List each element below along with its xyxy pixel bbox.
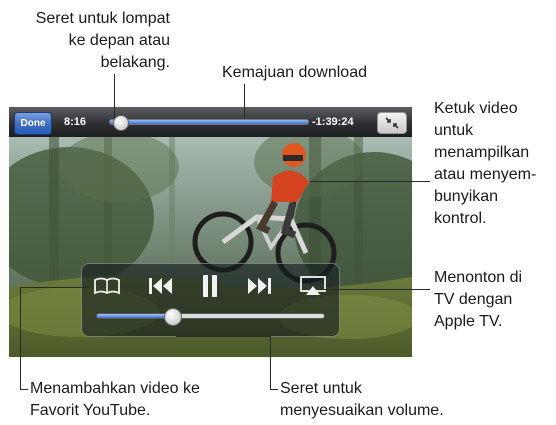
skip-back-icon	[149, 278, 172, 294]
callout-volume-line-2: menyesuaikan volume.	[280, 402, 444, 419]
pause-icon	[203, 275, 217, 297]
volume-level	[97, 314, 172, 318]
leader-apple-tv	[318, 289, 430, 290]
callout-tap-line-5: bunyikan	[434, 188, 499, 205]
callout-volume-line-1: Seret untuk	[280, 380, 362, 397]
callout-appletv-line-2: TV dengan	[434, 291, 513, 308]
leader-favorite-v	[20, 287, 21, 390]
callout-volume: Seret untuk menyesuaikan volume.	[280, 378, 444, 422]
leader-favorite-tick	[20, 389, 28, 390]
callout-apple-tv: Menonton di TV dengan Apple TV.	[434, 267, 522, 333]
leader-volume-tick	[270, 389, 278, 390]
callout-favorite-line-1: Menambahkan video ke	[30, 380, 200, 397]
open-book-icon	[94, 277, 120, 295]
shrink-icon	[385, 117, 399, 129]
playback-scrubber[interactable]	[109, 115, 309, 131]
leader-download	[244, 84, 245, 118]
previous-button[interactable]	[144, 273, 178, 299]
next-button[interactable]	[242, 273, 276, 299]
skip-forward-icon	[248, 278, 271, 294]
leader-scrub	[114, 74, 115, 118]
callout-scrub-line-2: ke depan atau	[68, 32, 170, 49]
leader-volume-h	[176, 336, 270, 337]
top-control-bar: Done 8:16 -1:39:24	[9, 107, 412, 137]
callout-download: Kemajuan download	[222, 62, 367, 84]
volume-slider[interactable]	[96, 308, 325, 326]
leader-favorite-h	[20, 287, 90, 288]
callout-download-line-1: Kemajuan download	[222, 64, 367, 81]
bookmark-button[interactable]	[90, 273, 124, 299]
callout-scrub-line-3: belakang.	[100, 54, 170, 71]
download-progress	[110, 120, 308, 124]
callout-tap-line-4: atau menyem-	[434, 166, 537, 183]
airplay-icon	[300, 276, 326, 295]
callout-tap-line-1: Ketuk video	[434, 100, 518, 117]
time-remaining: -1:39:24	[312, 116, 354, 128]
pause-button[interactable]	[193, 273, 227, 299]
time-elapsed: 8:16	[64, 116, 87, 128]
callout-favorite: Menambahkan video ke Favorit YouTube.	[30, 378, 200, 422]
leader-tap-video	[310, 181, 430, 182]
exit-fullscreen-button[interactable]	[377, 112, 407, 134]
callout-tap-line-6: kontrol.	[434, 210, 487, 227]
callout-appletv-line-3: Apple TV.	[434, 313, 503, 330]
callout-scrub: Seret untuk lompat ke depan atau belakan…	[10, 8, 170, 74]
callout-tap-line-3: menampilkan	[434, 144, 530, 161]
transport-controls	[81, 263, 340, 337]
airplay-button[interactable]	[296, 273, 330, 299]
callout-appletv-line-1: Menonton di	[434, 269, 523, 286]
leader-volume-v	[270, 336, 271, 390]
callout-tap-video: Ketuk video untuk menampilkan atau menye…	[434, 98, 536, 230]
done-button[interactable]: Done	[14, 112, 52, 135]
callout-scrub-line-1: Seret untuk lompat	[35, 10, 170, 27]
video-player[interactable]: Done 8:16 -1:39:24	[9, 107, 412, 357]
callout-tap-line-2: untuk	[434, 122, 474, 139]
volume-knob[interactable]	[163, 308, 182, 326]
callout-favorite-line-2: Favorit YouTube.	[30, 402, 151, 419]
scrubber-knob[interactable]	[112, 115, 129, 131]
